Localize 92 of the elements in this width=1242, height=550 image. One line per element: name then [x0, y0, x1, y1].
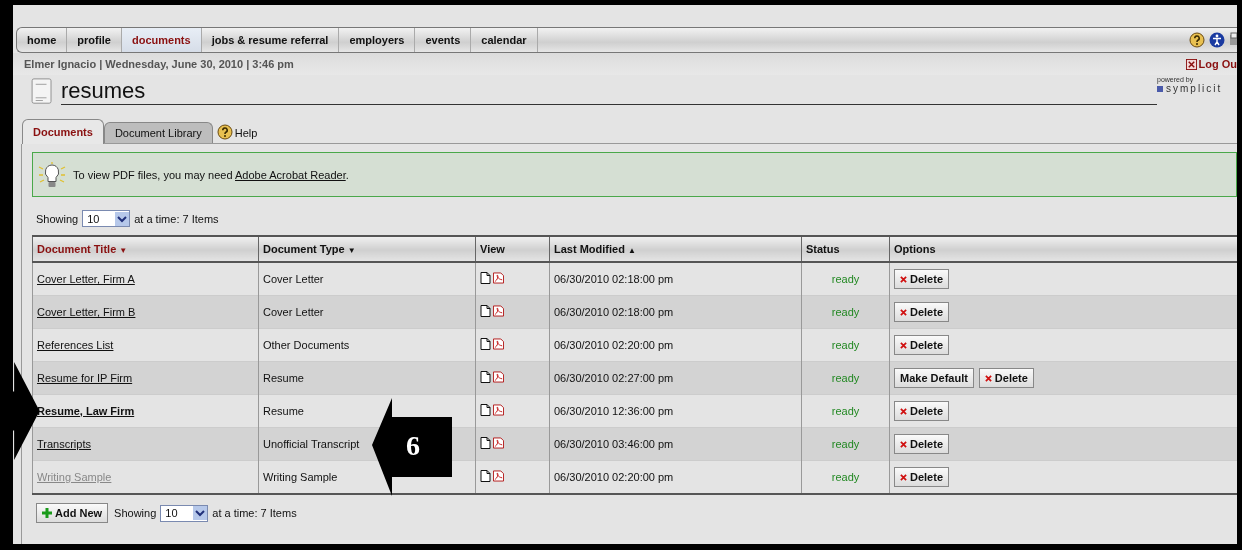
delete-button[interactable]: Delete [894, 434, 950, 454]
delete-button[interactable]: Delete [894, 467, 950, 487]
accessibility-icon[interactable] [1209, 32, 1225, 48]
document-icon[interactable] [480, 404, 491, 416]
help-icon[interactable] [1189, 32, 1205, 48]
nav-tab[interactable]: home [17, 28, 68, 52]
date-text: 06/30/2010 03:46:00 pm [554, 438, 674, 450]
delete-button[interactable]: Delete [894, 269, 950, 289]
status-text: ready [831, 405, 860, 417]
showing-label: Showing [114, 507, 157, 519]
pdf-icon[interactable] [493, 272, 504, 284]
delete-icon [900, 440, 907, 448]
document-type-text: Other Documents [263, 339, 350, 351]
document-title-link[interactable]: Transcripts [37, 438, 91, 450]
status-text: ready [831, 306, 860, 318]
nav-tab[interactable]: jobs & resume referral [201, 28, 340, 52]
pdf-icon[interactable] [493, 371, 504, 383]
nav-tab[interactable]: employers [339, 28, 416, 52]
items-count-text: at a time: 7 Items [212, 507, 297, 519]
document-title-link[interactable]: Cover Letter, Firm B [37, 306, 136, 318]
document-title-link[interactable]: Resume for IP Firm [37, 372, 133, 384]
column-header[interactable]: Last Modified ▲ [549, 236, 802, 262]
date-text: 06/30/2010 02:20:00 pm [554, 471, 674, 483]
help-link[interactable]: Help [234, 127, 258, 139]
column-header[interactable]: Document Type ▼ [258, 236, 476, 262]
column-header[interactable]: Status [801, 236, 890, 262]
document-icon[interactable] [480, 470, 491, 482]
delete-button[interactable]: Delete [894, 335, 950, 355]
document-title-link[interactable]: Cover Letter, Firm A [37, 273, 135, 285]
plus-icon [42, 508, 52, 518]
lightbulb-icon [37, 160, 67, 189]
status-text: ready [831, 273, 860, 285]
date-text: 06/30/2010 02:18:00 pm [554, 306, 674, 318]
logout-link[interactable]: Log Ou [1185, 58, 1237, 70]
pdf-icon[interactable] [493, 470, 504, 482]
date-text: 06/30/2010 02:27:00 pm [554, 372, 674, 384]
notice-text: To view PDF files, you may need Adobe Acrobat Reader. [73, 168, 349, 181]
delete-icon [900, 407, 907, 415]
status-text: ready [831, 372, 860, 384]
delete-button[interactable]: Delete [894, 401, 950, 421]
acrobat-link[interactable]: Adobe Acrobat Reader [235, 168, 346, 181]
delete-icon [900, 308, 907, 316]
document-tab[interactable]: Document Library [103, 122, 213, 143]
delete-button[interactable]: Delete [978, 368, 1034, 388]
delete-icon [900, 341, 907, 349]
callout-number: 6 [406, 431, 420, 461]
column-header[interactable]: Document Title ▼ [32, 236, 259, 262]
status-text: ready [831, 471, 860, 483]
date-text: 06/30/2010 02:18:00 pm [554, 273, 674, 285]
nav-tab[interactable]: events [415, 28, 472, 52]
nav-tab[interactable]: profile [67, 28, 122, 52]
user-date-text: Elmer Ignacio | Wednesday, June 30, 2010 | 3:46 pm [24, 58, 294, 70]
brand-logo: symplicit [1157, 83, 1223, 94]
document-type-text: Cover Letter [263, 273, 324, 285]
nav-tab[interactable]: documents [121, 28, 202, 52]
column-header[interactable]: Options [889, 236, 1237, 262]
pdf-icon[interactable] [493, 305, 504, 317]
showing-label: Showing [36, 212, 79, 225]
document-icon[interactable] [480, 437, 491, 449]
document-type-text: Unofficial Transcript [263, 438, 360, 450]
pdf-icon[interactable] [493, 338, 504, 350]
page-size-select[interactable]: 10 [160, 504, 209, 522]
items-count-text: at a time: 7 Items [134, 212, 219, 225]
make-default-button[interactable]: Make Default [894, 368, 974, 388]
document-title-link[interactable]: References List [37, 339, 114, 351]
pdf-icon[interactable] [493, 404, 504, 416]
status-text: ready [831, 339, 860, 351]
document-tab[interactable]: Documents [22, 119, 104, 144]
nav-tab[interactable]: calendar [471, 28, 538, 52]
document-icon[interactable] [480, 338, 491, 350]
status-text: ready [831, 438, 860, 450]
document-type-text: Resume [263, 405, 304, 417]
delete-button[interactable]: Delete [894, 302, 950, 322]
date-text: 06/30/2010 02:20:00 pm [554, 339, 674, 351]
date-text: 06/30/2010 12:36:00 pm [554, 405, 674, 417]
add-new-button[interactable]: Add New [36, 503, 109, 523]
document-type-text: Resume [263, 372, 304, 384]
document-icon[interactable] [480, 305, 491, 317]
help-icon[interactable] [216, 124, 233, 140]
column-header[interactable]: View [475, 236, 550, 262]
delete-icon [984, 374, 992, 382]
document-icon [31, 78, 53, 105]
document-type-text: Writing Sample [263, 471, 338, 483]
page-size-select[interactable]: 10 [82, 210, 131, 227]
delete-icon [900, 473, 907, 481]
close-icon [1185, 58, 1197, 70]
pdf-icon[interactable] [493, 437, 504, 449]
document-icon[interactable] [480, 371, 491, 383]
document-type-text: Cover Letter [263, 306, 324, 318]
document-icon[interactable] [480, 272, 491, 284]
page-title: resumes [61, 78, 1157, 105]
delete-icon [900, 275, 907, 283]
